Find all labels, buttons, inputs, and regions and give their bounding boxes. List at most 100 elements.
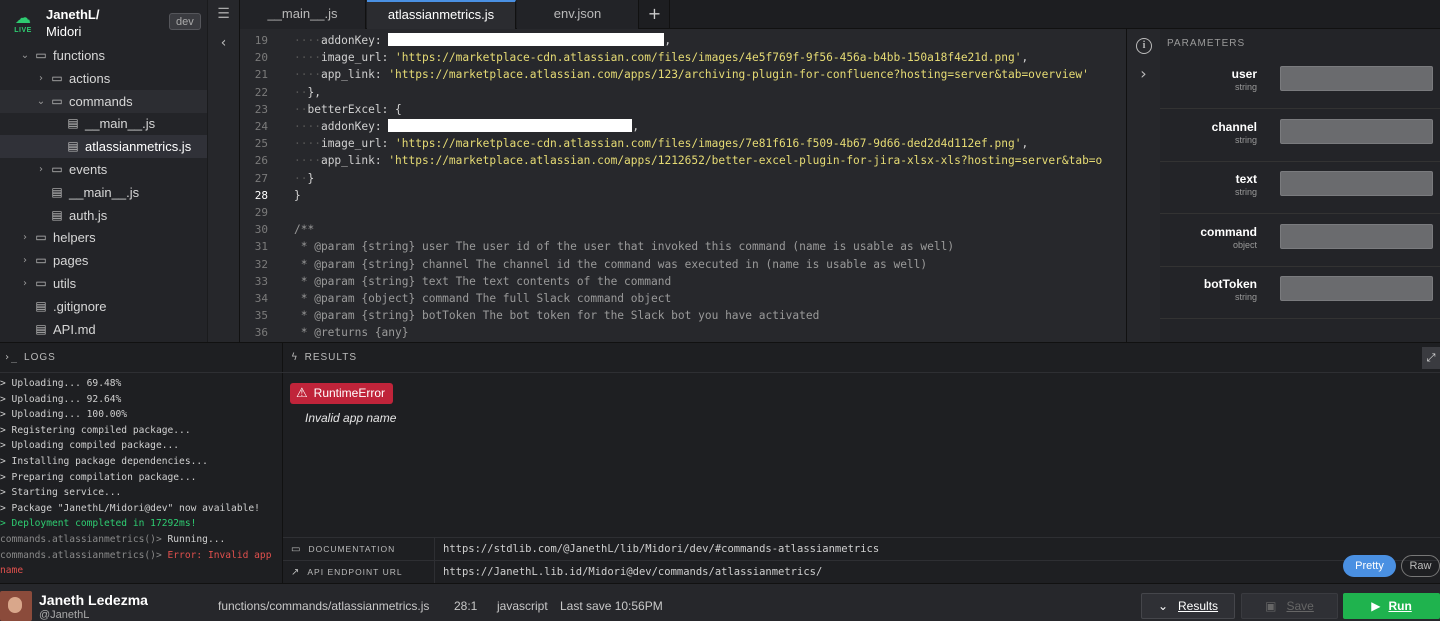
code-line: * @param {string} channel The channel id… bbox=[294, 256, 927, 273]
chevron-right-icon[interactable]: › bbox=[1127, 64, 1160, 83]
param-input[interactable] bbox=[1280, 223, 1433, 249]
save-button-label: Save bbox=[1286, 599, 1314, 613]
line-number: 27 bbox=[254, 171, 268, 185]
code-line: * @param {string} user The user id of th… bbox=[294, 238, 954, 255]
tree-file[interactable]: ▤ .gitignore bbox=[0, 295, 207, 318]
chevron-right-icon[interactable]: › bbox=[20, 249, 30, 272]
folder-icon: ▭ bbox=[35, 48, 47, 62]
tree-item-label: functions bbox=[53, 48, 106, 63]
log-text: name bbox=[0, 565, 24, 577]
add-tab-button[interactable]: + bbox=[640, 0, 670, 29]
whitespace-marker: ···· bbox=[294, 68, 321, 82]
language-mode[interactable]: javascript bbox=[497, 599, 548, 613]
raw-toggle[interactable]: Raw bbox=[1401, 555, 1440, 577]
menu-icon[interactable]: ☰ bbox=[208, 0, 240, 29]
code-line: ····image_url: 'https://marketplace-cdn.… bbox=[294, 135, 1028, 152]
file-icon: ▤ bbox=[67, 139, 79, 154]
tree-folder[interactable]: ⌄ ▭ functions bbox=[0, 44, 207, 67]
info-icon[interactable]: i bbox=[1136, 38, 1152, 54]
tree-file[interactable]: ▤ auth.js bbox=[0, 204, 207, 227]
tree-file[interactable]: ▤ API.md bbox=[0, 318, 207, 341]
divider bbox=[434, 538, 435, 561]
code-token: app_link: bbox=[320, 68, 389, 82]
tree-folder[interactable]: › ▭ utils bbox=[0, 272, 207, 295]
environment-badge[interactable]: dev bbox=[169, 13, 201, 30]
tree-folder[interactable]: › ▭ helpers bbox=[0, 226, 207, 249]
line-number: 36 bbox=[254, 326, 268, 340]
comment: * @param {string} botToken The bot token… bbox=[294, 309, 820, 323]
code-line: * @param {object} command The full Slack… bbox=[294, 290, 671, 307]
tree-folder[interactable]: ⌄ ▭ commands bbox=[0, 89, 207, 113]
chevron-left-icon[interactable]: ‹ bbox=[208, 31, 239, 55]
tab-main-js[interactable]: __main__.js bbox=[240, 0, 366, 29]
tree-file[interactable]: ▤ __main__.js bbox=[0, 112, 207, 135]
line-number: 21 bbox=[254, 68, 268, 82]
user-handle: @JanethL bbox=[39, 609, 90, 621]
log-prompt: commands.atlassianmetrics()> bbox=[0, 549, 162, 561]
project-name: Midori bbox=[46, 24, 82, 39]
tab-atlassianmetrics-js[interactable]: atlassianmetrics.js bbox=[367, 0, 516, 29]
pretty-toggle[interactable]: Pretty bbox=[1343, 555, 1396, 577]
endpoint-url[interactable]: https://JanethL.lib.id/Midori@dev/comman… bbox=[443, 561, 822, 583]
param-input[interactable] bbox=[1280, 66, 1433, 91]
chevron-down-icon[interactable]: ⌄ bbox=[20, 44, 30, 67]
chevron-right-icon[interactable]: › bbox=[36, 158, 46, 181]
tree-folder[interactable]: › ▭ actions bbox=[0, 67, 207, 90]
tree-item-label: .gitignore bbox=[53, 298, 107, 314]
code-line: ····image_url: 'https://marketplace-cdn.… bbox=[294, 49, 1028, 66]
param-input[interactable] bbox=[1280, 276, 1433, 301]
log-line: > Package "JanethL/Midori@dev" now avail… bbox=[0, 502, 260, 514]
param-input[interactable] bbox=[1280, 118, 1433, 144]
param-name: user bbox=[1231, 67, 1257, 81]
chevron-right-icon[interactable]: › bbox=[20, 272, 30, 295]
param-row-user: user string bbox=[1160, 57, 1440, 109]
logs-header: ›_ LOGS bbox=[0, 343, 283, 373]
external-link-icon: ↗ bbox=[291, 567, 300, 578]
documentation-url[interactable]: https://stdlib.com/@JanethL/lib/Midori/d… bbox=[443, 538, 879, 560]
line-number: 20 bbox=[254, 51, 268, 65]
cursor-position: 28:1 bbox=[454, 599, 478, 613]
param-input[interactable] bbox=[1280, 171, 1433, 196]
chevron-down-icon[interactable]: ⌄ bbox=[36, 90, 46, 113]
tree-file[interactable]: ▤ atlassianmetrics.js bbox=[0, 135, 207, 159]
run-button-label: Run bbox=[1388, 599, 1412, 613]
save-icon: ▣ bbox=[1265, 599, 1277, 613]
code-token: , bbox=[1021, 137, 1029, 151]
log-line: > Uploading... 100.00% bbox=[0, 409, 128, 421]
error-type: RuntimeError bbox=[313, 386, 386, 400]
chevron-right-icon[interactable]: › bbox=[36, 67, 46, 90]
results-button-label: Results bbox=[1178, 599, 1219, 613]
code-token: app_link: bbox=[320, 154, 389, 168]
run-button[interactable]: ▶ Run bbox=[1343, 593, 1440, 619]
documentation-label: DOCUMENTATION bbox=[308, 544, 396, 554]
code-line: ····addonKey: , bbox=[294, 118, 639, 135]
string-literal: 'https://marketplace.atlassian.com/apps/… bbox=[388, 68, 1089, 82]
file-explorer: ☁ LIVE JanethL/ Midori dev ⌄ ▭ functions › ▭… bbox=[0, 0, 208, 342]
tree-folder[interactable]: › ▭ pages bbox=[0, 249, 207, 272]
line-number: 30 bbox=[254, 223, 268, 237]
project-header: ☁ LIVE JanethL/ Midori dev bbox=[0, 0, 207, 44]
chevron-right-icon[interactable]: › bbox=[20, 226, 30, 249]
avatar[interactable] bbox=[0, 591, 32, 621]
param-type: object bbox=[1232, 239, 1257, 250]
project-owner: JanethL/ bbox=[46, 7, 100, 22]
line-number: 31 bbox=[254, 240, 268, 254]
tree-folder[interactable]: › ▭ events bbox=[0, 158, 207, 181]
param-type: string bbox=[1234, 292, 1257, 302]
results-button[interactable]: ⌄ Results bbox=[1141, 593, 1235, 619]
file-path: functions/commands/atlassianmetrics.js bbox=[218, 599, 430, 613]
code-line: ··betterExcel: { bbox=[294, 101, 402, 118]
tree-item-label: __main__.js bbox=[85, 116, 156, 132]
log-line: > Starting service... bbox=[0, 487, 122, 499]
tab-env-json[interactable]: env.json bbox=[517, 0, 639, 29]
code-editor[interactable]: 19 20 21 22 23 24 25 26 27 28 29 30 31 32 33 34 35 36 ···… bbox=[240, 29, 1126, 342]
file-icon: ▤ bbox=[51, 184, 63, 199]
log-line: > Preparing compilation package... bbox=[0, 471, 197, 483]
expand-icon[interactable]: ⤢ bbox=[1422, 347, 1440, 369]
file-icon: ▤ bbox=[51, 207, 63, 222]
save-button[interactable]: ▣ Save bbox=[1241, 593, 1338, 619]
string-literal: 'https://marketplace-cdn.atlassian.com/f… bbox=[395, 51, 1022, 65]
parameters-title: PARAMETERS bbox=[1167, 38, 1246, 49]
tree-file[interactable]: ▤ __main__.js bbox=[0, 181, 207, 204]
logs-title: LOGS bbox=[24, 352, 56, 363]
